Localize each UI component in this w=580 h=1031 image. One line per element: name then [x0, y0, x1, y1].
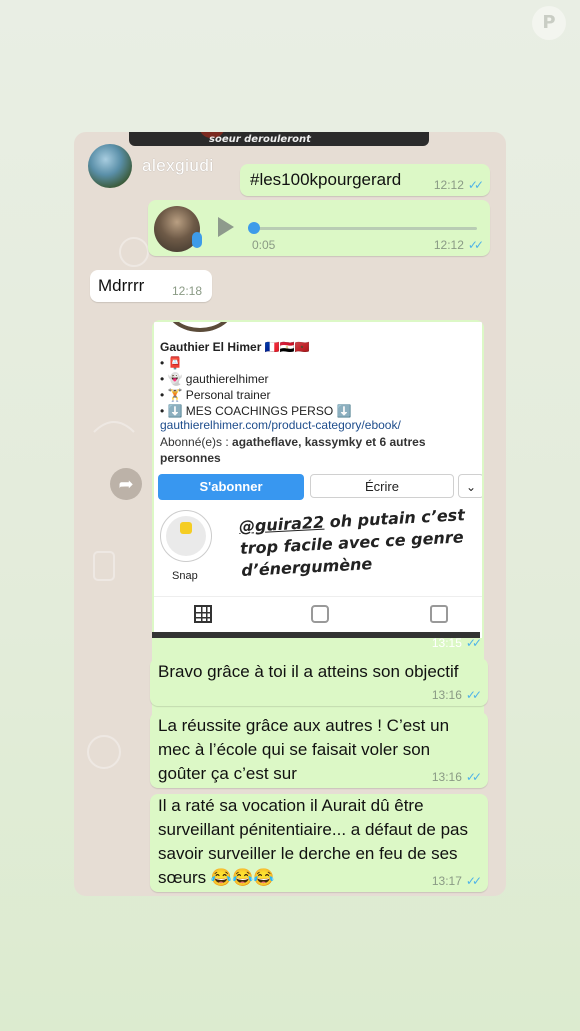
message-meta: 13:16 ✓✓	[431, 770, 482, 784]
message-meta: 12:12 ✓✓	[433, 238, 484, 252]
voice-message-bubble[interactable]: 0:05 12:12 ✓✓	[148, 200, 490, 256]
follow-button[interactable]: S'abonner	[158, 474, 304, 500]
previous-caption: soeur derouleront	[209, 134, 311, 145]
message-bubble-reussite[interactable]: La réussite grâce aux autres ! C’est un …	[150, 712, 488, 788]
sender-avatar[interactable]	[88, 144, 132, 188]
photo-grid-strip	[152, 632, 480, 638]
message-text: La réussite grâce aux autres ! C’est un …	[158, 716, 450, 783]
read-ticks-icon: ✓✓	[467, 178, 484, 192]
read-ticks-icon: ✓✓	[465, 688, 482, 702]
message-time: 12:12	[433, 178, 464, 192]
read-ticks-icon: ✓✓	[465, 770, 482, 784]
message-meta: 13:17 ✓✓	[431, 874, 482, 888]
followed-by-prefix: Abonné(e)s :	[160, 435, 233, 449]
message-bubble-hashtag[interactable]: #les100kpourgerard 12:12 ✓✓	[240, 164, 490, 196]
caption-handle: @guira22	[238, 512, 325, 537]
bio-line: • 👻 gauthierelhimer	[160, 372, 269, 386]
message-time: 13:16	[431, 770, 462, 784]
story-caption: @guira22 oh putain c’est trop facile ave…	[238, 504, 471, 582]
profile-name: Gauthier El Himer 🇫🇷🇪🇬🇲🇦	[160, 340, 310, 354]
chat-screenshot: soeur derouleront alexgiudi #les100kpour…	[74, 132, 506, 896]
bio-line: • ⬇️ MES COACHINGS PERSO ⬇️	[160, 404, 352, 418]
profile-link[interactable]: gauthierelhimer.com/product-category/ebo…	[160, 418, 401, 432]
snapchat-ghost-icon	[180, 522, 192, 534]
message-text: #les100kpourgerard	[250, 170, 402, 189]
chevron-down-icon[interactable]: ⌄	[458, 474, 482, 498]
highlight-label: Snap	[172, 570, 198, 582]
highlight-thumbnail	[166, 516, 206, 556]
read-ticks-icon: ✓✓	[465, 636, 482, 650]
watermark-logo: P	[532, 6, 566, 40]
sender-name: alexgiudi	[142, 156, 214, 175]
bio-line: • 📮	[160, 356, 183, 370]
microphone-icon	[192, 232, 202, 248]
message-time: 13:17	[431, 874, 462, 888]
audio-duration: 0:05	[252, 238, 276, 252]
image-meta: 13:15 ✓✓	[431, 636, 482, 650]
instagram-profile-image: Gauthier El Himer 🇫🇷🇪🇬🇲🇦 • 📮 • 👻 gauthie…	[154, 322, 482, 638]
message-time: 12:12	[433, 238, 464, 252]
message-meta: 13:16 ✓✓	[431, 688, 482, 702]
grid-icon[interactable]	[194, 605, 212, 623]
read-ticks-icon: ✓✓	[465, 874, 482, 888]
message-bubble-incoming[interactable]: Mdrrrr 12:18	[90, 270, 212, 302]
tagged-icon[interactable]	[430, 605, 448, 623]
message-time: 13:16	[431, 688, 462, 702]
audio-progress-knob[interactable]	[248, 222, 260, 234]
message-text: Il a raté sa vocation il Aurait dû être …	[158, 796, 468, 887]
followed-by: Abonné(e)s : agatheflave, kassymky et 6 …	[160, 434, 450, 466]
igtv-icon[interactable]	[311, 605, 329, 623]
message-bubble-bravo[interactable]: Bravo grâce à toi il a atteins son objec…	[150, 658, 488, 706]
play-icon[interactable]	[218, 217, 234, 237]
message-text: Mdrrrr	[98, 276, 145, 295]
profile-photo-fragment	[166, 322, 234, 332]
bio-line: • 🏋️ Personal trainer	[160, 388, 271, 402]
forward-icon[interactable]: ➦	[110, 468, 142, 500]
read-ticks-icon: ✓✓	[467, 238, 484, 252]
previous-story-strip: soeur derouleront	[129, 132, 429, 146]
message-button[interactable]: Écrire	[310, 474, 454, 498]
message-meta: 12:12 ✓✓	[433, 178, 484, 192]
message-bubble-vocation[interactable]: Il a raté sa vocation il Aurait dû être …	[150, 794, 488, 892]
message-time: 13:15	[431, 636, 462, 650]
audio-progress-track[interactable]	[252, 227, 477, 230]
message-text: Bravo grâce à toi il a atteins son objec…	[158, 662, 459, 681]
story-highlight[interactable]	[160, 510, 212, 562]
message-time: 12:18	[171, 284, 202, 298]
profile-tabs	[154, 596, 482, 635]
